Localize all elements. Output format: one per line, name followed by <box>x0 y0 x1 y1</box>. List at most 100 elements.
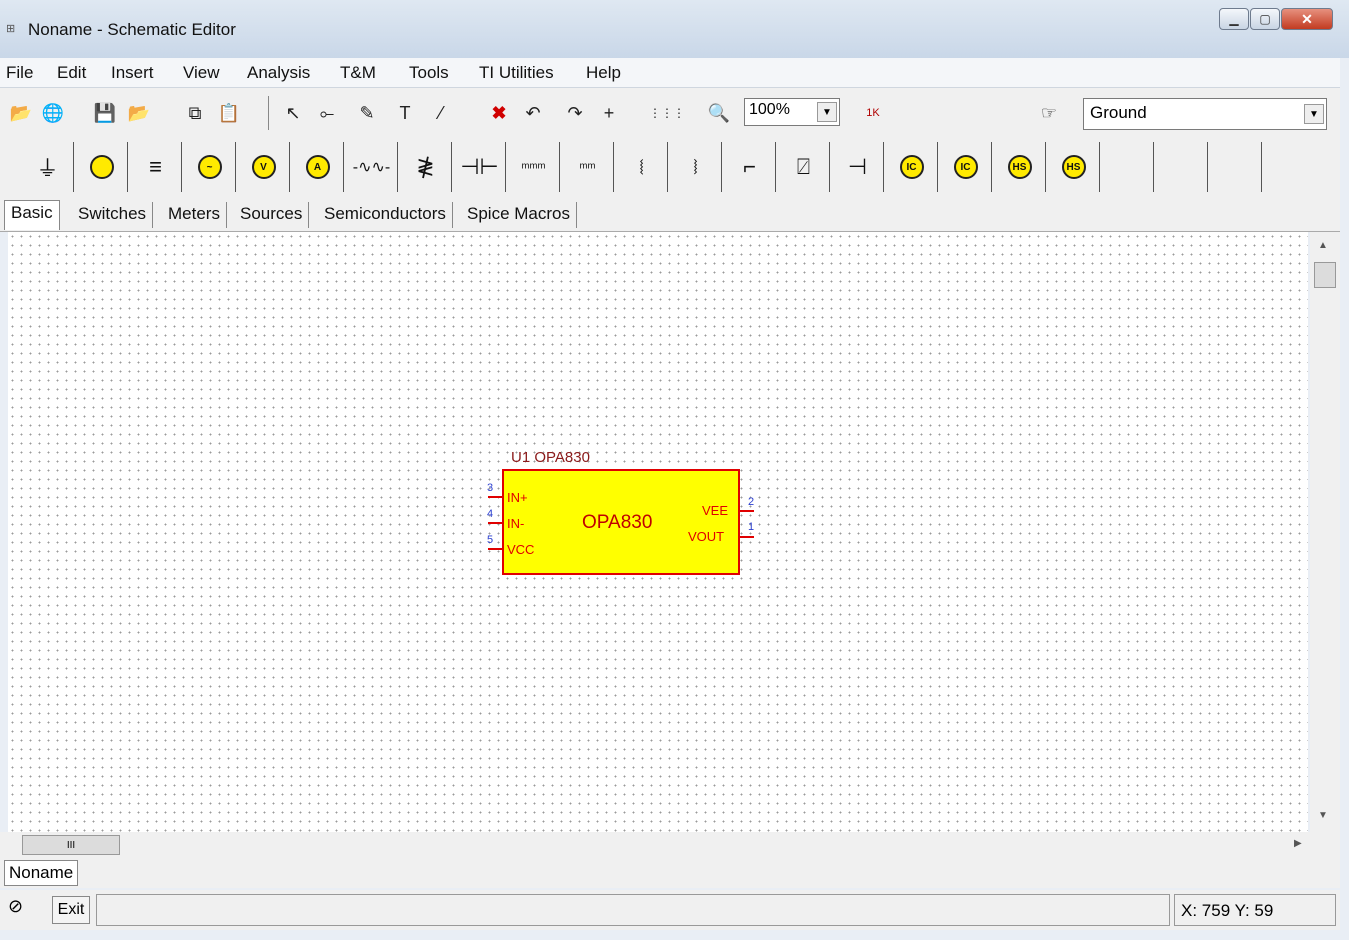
window-title: Noname - Schematic Editor <box>28 20 236 39</box>
menu-tools[interactable]: Tools <box>409 63 449 83</box>
zoom-value: 100% <box>749 101 790 118</box>
maximize-button[interactable]: ▢ <box>1250 8 1280 30</box>
category-tabs: Basic Switches Meters Sources Semiconduc… <box>0 198 1340 232</box>
menu-edit[interactable]: Edit <box>57 63 86 83</box>
tab-meters[interactable]: Meters <box>162 202 227 228</box>
open-icon[interactable]: 📂 <box>124 98 154 128</box>
component-select[interactable]: Ground ▼ <box>1083 98 1327 130</box>
chevron-down-icon[interactable]: ▼ <box>1304 104 1324 124</box>
app-icon: ⊞ <box>6 23 16 35</box>
minimize-button[interactable]: ▁ <box>1219 8 1249 30</box>
menu-ti-utilities[interactable]: TI Utilities <box>479 63 554 83</box>
title-bar: ⊞ Noname - Schematic Editor ▁ ▢ ✕ <box>0 0 1349 58</box>
potentiometer-icon[interactable]: ≹ <box>400 142 452 192</box>
delete-icon[interactable]: ✖ <box>484 98 514 128</box>
pointing-hand-icon[interactable]: ☞ <box>1034 98 1064 128</box>
label-icon[interactable]: ⁄ <box>426 98 456 128</box>
pin-line[interactable] <box>488 522 502 524</box>
menu-file[interactable]: File <box>6 63 33 83</box>
current-source-icon[interactable]: IC <box>886 142 938 192</box>
component-select-value: Ground <box>1090 103 1147 122</box>
ammeter-icon[interactable]: A <box>292 142 344 192</box>
empty-slot[interactable] <box>1210 142 1262 192</box>
empty-slot[interactable] <box>1156 142 1208 192</box>
copy-icon[interactable]: ⧉ <box>180 98 210 128</box>
wire-icon[interactable]: ⟜ <box>312 98 342 128</box>
pin-label: VCC <box>507 542 535 557</box>
tab-basic[interactable]: Basic <box>4 200 60 230</box>
tab-sources[interactable]: Sources <box>234 202 310 228</box>
pen-icon[interactable]: ✎ <box>352 98 382 128</box>
empty-slot[interactable] <box>1102 142 1154 192</box>
exit-button[interactable]: Exit <box>52 896 90 924</box>
menu-view[interactable]: View <box>183 63 220 83</box>
menu-tm[interactable]: T&M <box>340 63 376 83</box>
battery-icon[interactable]: ≡ <box>130 142 182 192</box>
scroll-thumb[interactable] <box>1314 262 1336 288</box>
component-center-label: OPA830 <box>582 512 653 533</box>
hs-source-icon[interactable]: HS <box>994 142 1046 192</box>
pin-number: 1 <box>748 521 755 533</box>
menu-bar: File Edit Insert View Analysis T&M Tools… <box>0 58 1340 88</box>
ground-icon[interactable]: ⏚ <box>22 142 74 192</box>
pin-line[interactable] <box>488 496 502 498</box>
chevron-down-icon[interactable]: ▼ <box>817 102 837 122</box>
pin-line[interactable] <box>488 548 502 550</box>
zoom-in-icon[interactable]: 🔍 <box>704 98 734 128</box>
pin-number: 5 <box>487 534 494 546</box>
coordinate-readout: X: 759 Y: 59 <box>1174 894 1336 926</box>
voltage-source-icon[interactable] <box>76 142 128 192</box>
pin-number: 4 <box>487 508 494 520</box>
hs-source-2-icon[interactable]: HS <box>1048 142 1100 192</box>
text-icon[interactable]: T <box>390 98 420 128</box>
menu-insert[interactable]: Insert <box>111 63 154 83</box>
coupled-inductor-icon[interactable]: ᵐᵐ <box>562 142 614 192</box>
pin-line[interactable] <box>740 536 754 538</box>
transformer-icon[interactable]: ⧙ <box>616 142 668 192</box>
pin-number: 3 <box>487 482 494 494</box>
close-button[interactable]: ✕ <box>1281 8 1333 30</box>
scroll-down-icon[interactable]: ▼ <box>1318 810 1328 821</box>
pin-label: IN+ <box>507 490 528 505</box>
inductor-icon[interactable]: ᵐᵐᵐ <box>508 142 560 192</box>
zoom-select[interactable]: 100% ▼ <box>744 98 840 126</box>
pointer-icon[interactable]: ↖ <box>278 98 308 128</box>
scroll-up-icon[interactable]: ▲ <box>1318 240 1328 251</box>
pin-label: VEE <box>702 503 729 518</box>
globe-icon[interactable]: 🌐 <box>38 98 68 128</box>
tab-spice-macros[interactable]: Spice Macros <box>461 202 577 228</box>
open-folder-icon[interactable]: 📂 <box>6 98 36 128</box>
thermistor-icon[interactable]: ⍁ <box>778 142 830 192</box>
controlled-current-source-icon[interactable]: IC <box>940 142 992 192</box>
grid-icon[interactable]: ⋮⋮⋮ <box>649 98 685 128</box>
transformer-2-icon[interactable]: ⧘ <box>670 142 722 192</box>
opa830-component[interactable]: OPA830 <box>502 469 740 575</box>
voltmeter-icon[interactable]: V <box>238 142 290 192</box>
capacitor-icon[interactable]: ⊣⊢ <box>454 142 506 192</box>
scroll-thumb[interactable]: III <box>22 835 120 855</box>
oscilloscope-icon[interactable]: ⊘ <box>8 896 23 917</box>
switch-icon[interactable]: ⌐ <box>724 142 776 192</box>
vertical-scrollbar[interactable]: ▲ ▼ <box>1310 232 1340 832</box>
window-controls: ▁ ▢ ✕ <box>1218 8 1333 30</box>
menu-analysis[interactable]: Analysis <box>247 63 310 83</box>
menu-help[interactable]: Help <box>586 63 621 83</box>
resistor-icon[interactable]: -∿∿- <box>346 142 398 192</box>
status-bar: ⊘ Exit X: 759 Y: 59 <box>0 890 1340 930</box>
zoom-k-icon[interactable]: 1K <box>858 98 888 128</box>
tab-semiconductors[interactable]: Semiconductors <box>318 202 453 228</box>
save-icon[interactable]: 💾 <box>90 98 120 128</box>
ac-source-icon[interactable]: ~ <box>184 142 236 192</box>
component-toolbar: ⏚ ≡ ~ V A -∿∿- ≹ ⊣⊢ ᵐᵐᵐ ᵐᵐ ⧙ ⧘ ⌐ ⍁ ⊣ IC … <box>0 136 1340 198</box>
tab-switches[interactable]: Switches <box>72 202 154 228</box>
redo-icon[interactable]: ↷ <box>560 98 590 128</box>
junction-icon[interactable]: + <box>594 98 624 128</box>
paste-icon[interactable]: 📋 <box>214 98 244 128</box>
undo-icon[interactable]: ↶ <box>518 98 548 128</box>
terminal-icon[interactable]: ⊣ <box>832 142 884 192</box>
horizontal-scrollbar[interactable]: III ▶ <box>0 832 1340 858</box>
scroll-right-icon[interactable]: ▶ <box>1294 838 1302 849</box>
pin-label: VOUT <box>688 529 725 544</box>
pin-line[interactable] <box>740 510 754 512</box>
tab-noname[interactable]: Noname <box>4 860 79 886</box>
